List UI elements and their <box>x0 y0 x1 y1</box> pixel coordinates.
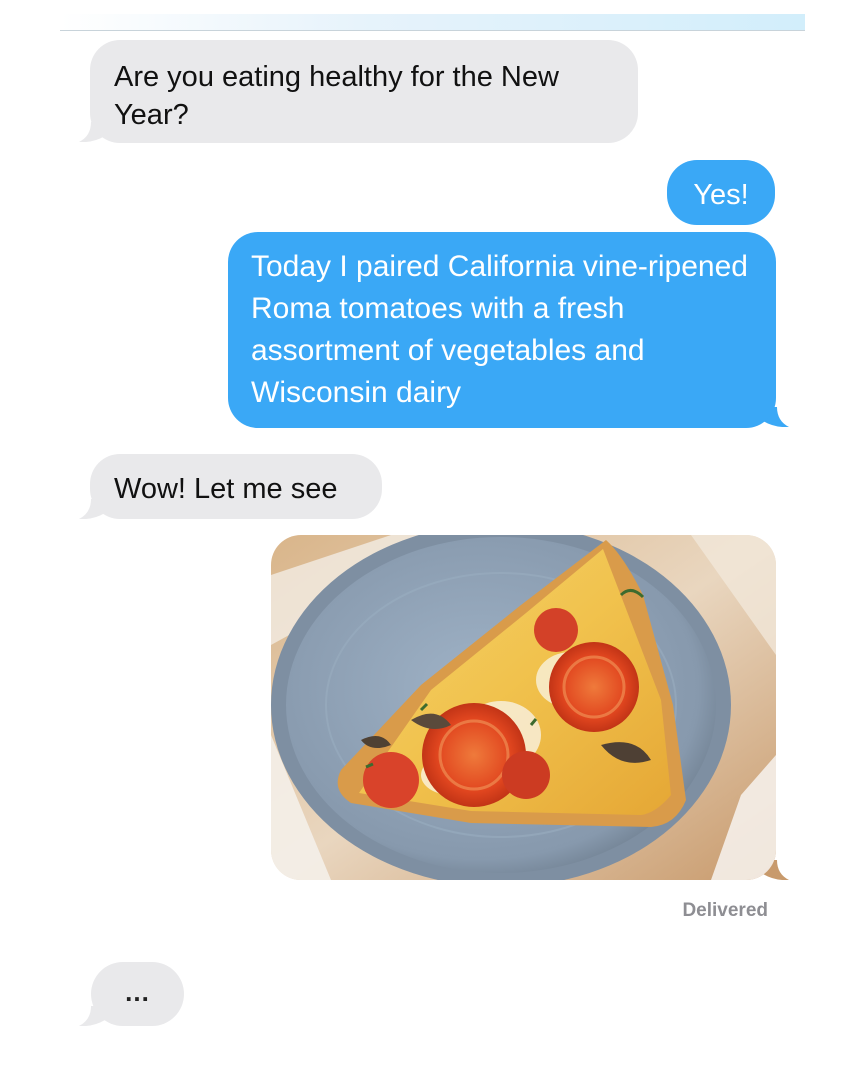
outgoing-message-bubble[interactable]: Yes! <box>667 160 775 225</box>
typing-dots: ... <box>125 977 150 1007</box>
pizza-photo-illustration <box>271 535 776 880</box>
message-text: Are you eating healthy for the New Year? <box>114 61 559 131</box>
message-text: Wow! Let me see <box>114 473 338 505</box>
typing-indicator-bubble: ... <box>91 962 184 1026</box>
header-divider <box>60 14 805 31</box>
delivery-status: Delivered <box>682 900 768 921</box>
outgoing-message-bubble[interactable]: Today I paired California vine-ripened R… <box>228 232 776 428</box>
message-text: Yes! <box>693 179 749 211</box>
pizza-slice-photo[interactable] <box>271 535 776 880</box>
incoming-message-bubble[interactable]: Wow! Let me see <box>90 454 382 519</box>
incoming-message-bubble[interactable]: Are you eating healthy for the New Year? <box>90 40 638 143</box>
message-text: Today I paired California vine-ripened R… <box>251 250 748 409</box>
